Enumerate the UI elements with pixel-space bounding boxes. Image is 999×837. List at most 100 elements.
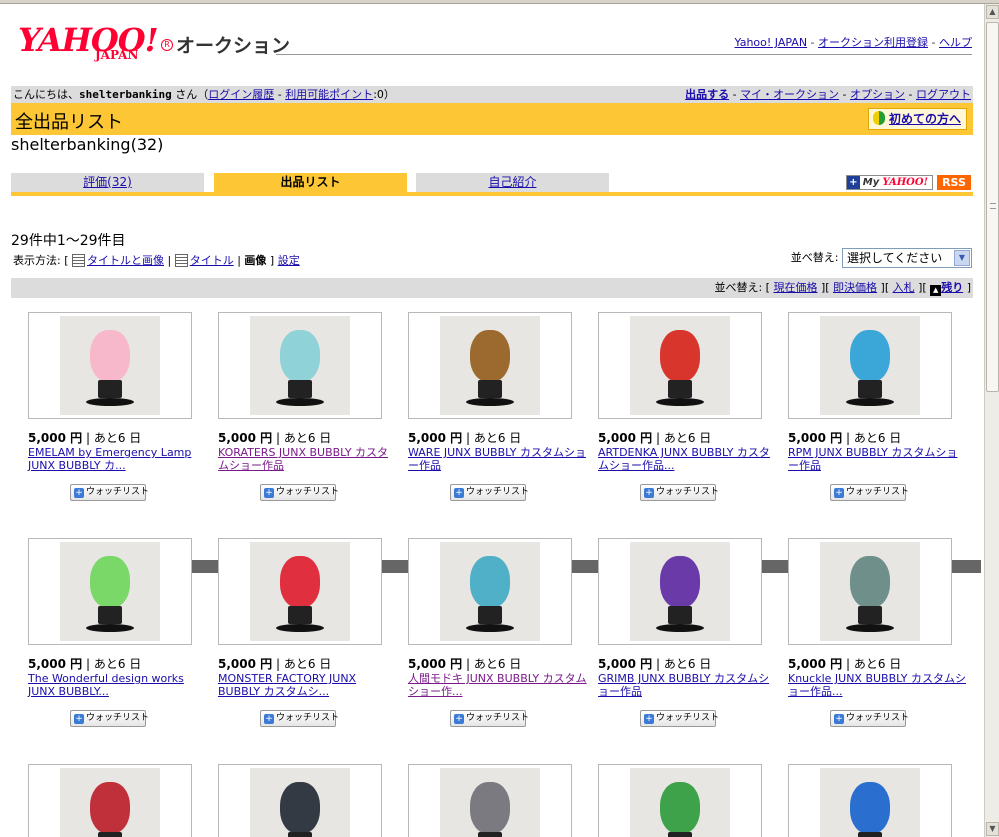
figure-legs xyxy=(668,380,692,398)
figure-body xyxy=(280,330,320,382)
watchlist-button[interactable]: + ウォッチリスト xyxy=(260,710,339,727)
item-photo[interactable] xyxy=(440,768,540,837)
item-thumbnail[interactable] xyxy=(218,764,382,837)
vertical-scrollbar[interactable]: ▲ ▼ xyxy=(984,4,999,837)
item-title-link[interactable]: Knuckle JUNX BUBBLY カスタムショー作品... xyxy=(788,672,966,698)
figure-body xyxy=(90,782,130,834)
sort-select[interactable]: 選択してください ▼ xyxy=(842,248,972,268)
item-photo[interactable] xyxy=(60,768,160,837)
item-title-link[interactable]: ARTDENKA JUNX BUBBLY カスタムショー作品... xyxy=(598,446,770,472)
item-title-link[interactable]: RPM JUNX BUBBLY カスタムショー作品 xyxy=(788,446,957,472)
item-photo[interactable] xyxy=(630,542,730,641)
item-thumbnail[interactable] xyxy=(788,538,952,645)
sell-link[interactable]: 出品する xyxy=(685,88,729,101)
item-title-link[interactable]: GRIMB JUNX BUBBLY カスタムショー作品 xyxy=(598,672,769,698)
watchlist-button[interactable]: + ウォッチリスト xyxy=(830,484,909,501)
item-photo[interactable] xyxy=(250,316,350,415)
scroll-down-icon[interactable]: ▼ xyxy=(986,822,999,836)
item-title-link[interactable]: The Wonderful design works JUNX BUBBLY..… xyxy=(28,672,184,698)
add-to-my-yahoo-button[interactable]: + My YAHOO! xyxy=(845,175,933,190)
item-title-link[interactable]: MONSTER FACTORY JUNX BUBBLY カスタムシ... xyxy=(218,672,356,698)
item-photo[interactable] xyxy=(820,316,920,415)
points-link[interactable]: 利用可能ポイント xyxy=(285,88,373,101)
list-item: 5,000 円 | あと6 日 GRIMB JUNX BUBBLY カスタムショー… xyxy=(598,538,778,727)
sort-bids-link[interactable]: 入札 xyxy=(893,281,915,294)
item-thumbnail[interactable] xyxy=(408,538,572,645)
rss-button[interactable]: RSS xyxy=(937,175,971,190)
figure-body xyxy=(850,782,890,834)
help-link[interactable]: ヘルプ xyxy=(939,36,972,49)
item-thumbnail[interactable] xyxy=(28,764,192,837)
item-thumbnail[interactable] xyxy=(788,764,952,837)
watchlist-button[interactable]: + ウォッチリスト xyxy=(70,710,150,727)
item-photo[interactable] xyxy=(630,768,730,837)
item-title-link[interactable]: EMELAM by Emergency Lamp JUNX BUBBLY カ..… xyxy=(28,446,191,472)
item-photo[interactable] xyxy=(250,542,350,641)
item-thumbnail[interactable] xyxy=(598,538,762,645)
chevron-down-icon[interactable]: ▼ xyxy=(954,250,970,266)
tab-listings[interactable]: 出品リスト xyxy=(214,173,407,192)
display-title-link[interactable]: タイトル xyxy=(190,254,234,267)
item-thumbnail[interactable] xyxy=(218,538,382,645)
item-photo[interactable] xyxy=(250,768,350,837)
item-thumbnail[interactable] xyxy=(788,312,952,419)
item-photo[interactable] xyxy=(440,316,540,415)
item-thumbnail[interactable] xyxy=(28,538,192,645)
item-title-link[interactable]: 人間モドキ JUNX BUBBLY カスタムショー作... xyxy=(408,672,587,698)
settings-link[interactable]: 設定 xyxy=(278,254,300,267)
time-left: | あと6 日 xyxy=(652,431,712,445)
header-links: Yahoo! JAPAN - オークション利用登録 - ヘルプ xyxy=(735,34,972,50)
logout-link[interactable]: ログアウト xyxy=(916,88,971,101)
item-photo[interactable] xyxy=(630,316,730,415)
beginner-guide-button[interactable]: 初めての方へ xyxy=(867,108,967,130)
yahoo-japan-link[interactable]: Yahoo! JAPAN xyxy=(735,36,808,49)
item-thumbnail[interactable] xyxy=(28,312,192,419)
scroll-up-icon[interactable]: ▲ xyxy=(986,5,999,19)
item-thumbnail[interactable] xyxy=(408,312,572,419)
tab-profile[interactable]: 自己紹介 xyxy=(416,173,609,192)
item-photo[interactable] xyxy=(60,316,160,415)
item-title-link[interactable]: WARE JUNX BUBBLY カスタムショー作品 xyxy=(408,446,586,472)
item-thumbnail[interactable] xyxy=(598,764,762,837)
sort-current-price-link[interactable]: 現在価格 xyxy=(773,281,817,294)
price-value: 5,000 円 xyxy=(788,431,843,445)
beginner-guide-link[interactable]: 初めての方へ xyxy=(889,112,961,126)
display-title-image-link[interactable]: タイトルと画像 xyxy=(87,254,164,267)
scroll-thumb[interactable] xyxy=(986,22,999,392)
item-thumbnail[interactable] xyxy=(408,764,572,837)
plus-icon: + xyxy=(454,488,464,498)
options-link[interactable]: オプション xyxy=(850,88,905,101)
my-auction-link[interactable]: マイ・オークション xyxy=(740,88,839,101)
item-title-link[interactable]: KORATERS JUNX BUBBLY カスタムショー作品 xyxy=(218,446,388,472)
figure-body xyxy=(90,330,130,382)
tab-profile-label[interactable]: 自己紹介 xyxy=(488,175,536,189)
tab-bar: 評価(32) 出品リスト 自己紹介 + My YAHOO! RSS xyxy=(11,173,973,196)
watchlist-button[interactable]: + ウォッチリスト xyxy=(830,710,909,727)
item-photo[interactable] xyxy=(820,768,920,837)
auction-register-link[interactable]: オークション利用登録 xyxy=(818,36,928,49)
sort-asc-icon[interactable]: ▲ xyxy=(930,285,942,296)
watchlist-label: ウォッチリスト xyxy=(86,713,150,723)
tab-ratings[interactable]: 評価(32) xyxy=(11,173,204,192)
sort-remaining-link[interactable]: 残り xyxy=(941,281,963,294)
time-left: | あと6 日 xyxy=(272,657,332,671)
figure-body xyxy=(470,556,510,608)
watchlist-button[interactable]: + ウォッチリスト xyxy=(70,484,149,501)
item-photo[interactable] xyxy=(60,542,160,641)
login-history-link[interactable]: ログイン履歴 xyxy=(208,88,274,101)
watchlist-button[interactable]: + ウォッチリスト xyxy=(640,710,719,727)
page: YAHOO! JAPAN R オークション Yahoo! JAPAN - オーク… xyxy=(0,4,984,837)
tab-ratings-label[interactable]: 評価(32) xyxy=(83,175,132,189)
myyahoo-logo: YAHOO! xyxy=(882,177,928,188)
watchlist-button[interactable]: + ウォッチリスト xyxy=(260,484,339,501)
item-price: 5,000 円 | あと6 日 xyxy=(598,429,778,446)
item-photo[interactable] xyxy=(820,542,920,641)
watchlist-button[interactable]: + ウォッチリスト xyxy=(640,484,719,501)
item-thumbnail[interactable] xyxy=(218,312,382,419)
item-photo[interactable] xyxy=(440,542,540,641)
item-thumbnail[interactable] xyxy=(598,312,762,419)
figure-base xyxy=(656,398,704,406)
sort-buyout-price-link[interactable]: 即決価格 xyxy=(833,281,877,294)
watchlist-button[interactable]: + ウォッチリスト xyxy=(450,484,529,501)
watchlist-button[interactable]: + ウォッチリスト xyxy=(450,710,529,727)
